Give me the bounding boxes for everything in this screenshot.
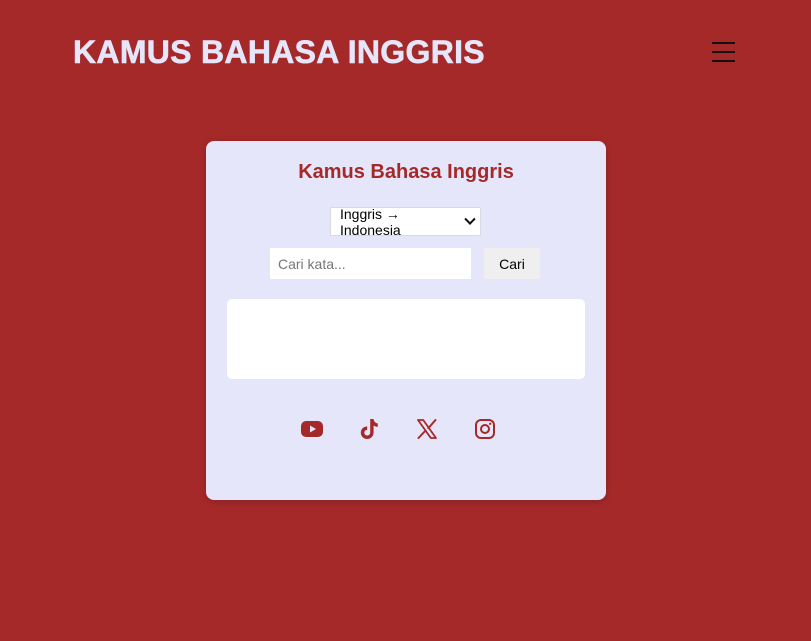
hamburger-line — [712, 42, 735, 44]
search-input[interactable] — [270, 248, 471, 279]
result-box — [227, 299, 585, 379]
x-twitter-icon[interactable] — [415, 417, 439, 441]
search-button[interactable]: Cari — [484, 248, 540, 279]
tiktok-icon[interactable] — [357, 417, 381, 441]
hamburger-line — [712, 60, 735, 62]
site-title: KAMUS BAHASA INGGRIS — [73, 34, 485, 71]
hamburger-menu-icon[interactable] — [711, 41, 737, 65]
card-title: Kamus Bahasa Inggris — [298, 161, 514, 183]
dictionary-card: Kamus Bahasa Inggris Inggris → Indonesia… — [206, 141, 606, 500]
hamburger-line — [712, 51, 735, 53]
direction-select-value: Inggris → Indonesia — [340, 205, 401, 238]
instagram-icon[interactable] — [473, 417, 497, 441]
chevron-down-icon — [464, 213, 476, 225]
translation-direction-select[interactable]: Inggris → Indonesia — [330, 205, 481, 238]
youtube-icon[interactable] — [300, 417, 324, 441]
